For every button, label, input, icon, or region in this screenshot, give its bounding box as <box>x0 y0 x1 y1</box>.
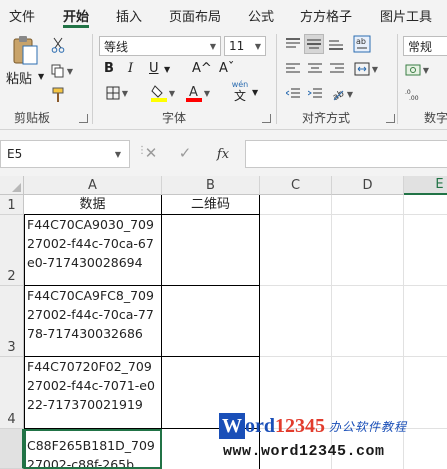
align-top-icon[interactable] <box>284 35 302 53</box>
number-format-select[interactable]: 常规 <box>403 36 447 56</box>
insert-function-icon[interactable]: fx <box>213 144 233 164</box>
decrease-indent-icon[interactable] <box>284 85 302 103</box>
align-left-icon[interactable] <box>284 60 302 78</box>
watermark: Word 12345 办公软件教程 www.word12345.com <box>219 413 447 469</box>
paste-button[interactable]: 粘贴 <box>6 68 32 87</box>
font-size-select[interactable]: 11 ▼ <box>224 36 266 56</box>
tab-formulas[interactable]: 公式 <box>248 6 274 25</box>
increase-indent-icon[interactable] <box>306 85 324 103</box>
clipboard-group-label: 剪贴板 <box>14 111 51 125</box>
svg-text:A: A <box>189 85 198 100</box>
row-header-4[interactable]: 4 <box>0 357 24 429</box>
clipboard-launcher-icon[interactable] <box>79 114 88 123</box>
merge-center-icon[interactable]: ▼ <box>352 60 380 78</box>
cut-icon[interactable] <box>50 36 66 54</box>
svg-text:ab: ab <box>356 37 366 46</box>
tab-picture-tools[interactable]: 图片工具 <box>380 6 432 25</box>
align-right-icon[interactable] <box>328 60 346 78</box>
tab-file[interactable]: 文件 <box>9 6 35 25</box>
column-header-d[interactable]: D <box>332 176 404 195</box>
cancel-icon[interactable]: ✕ <box>143 143 159 163</box>
font-launcher-icon[interactable] <box>262 114 271 123</box>
bold-button[interactable]: B <box>104 61 114 76</box>
cell-b3[interactable] <box>162 286 260 357</box>
row-header-1[interactable]: 1 <box>0 195 24 215</box>
group-separator <box>276 34 277 124</box>
cell-a4[interactable]: F44C70720F02_70927002-f44c-7071-e022-717… <box>24 357 162 429</box>
cell-b1[interactable]: 二维码 <box>162 195 260 215</box>
svg-text:ab: ab <box>331 89 345 101</box>
alignment-group-label: 对齐方式 <box>302 111 351 125</box>
phonetic-dropdown-icon[interactable]: ▼ <box>252 88 258 97</box>
grow-font-button[interactable]: A^ <box>192 61 212 76</box>
font-name-select[interactable]: 等线 ▼ <box>99 36 221 56</box>
ribbon-tabs: 文件 开始 插入 页面布局 公式 方方格子 图片工具 <box>0 0 447 28</box>
name-box[interactable]: E5 ▼ <box>0 140 130 168</box>
increase-decimal-icon[interactable]: .0.00 <box>403 85 423 103</box>
cell-a3[interactable]: F44C70CA9FC8_70927002-f44c-70ca-7778-717… <box>24 286 162 357</box>
svg-text:.00: .00 <box>409 95 419 100</box>
column-header-c[interactable]: C <box>260 176 332 195</box>
phonetic-guide-button[interactable]: wén 文 <box>228 80 252 104</box>
tab-insert[interactable]: 插入 <box>116 6 142 25</box>
alignment-launcher-icon[interactable] <box>386 114 395 123</box>
phonetic-char-text: 文 <box>233 89 246 103</box>
tab-home[interactable]: 开始 <box>63 6 89 25</box>
cell-a2[interactable]: F44C70CA9030_70927002-f44c-70ca-67e0-717… <box>24 215 162 286</box>
number-group-label: 数字 <box>424 111 447 125</box>
cell-reference: E5 <box>7 147 23 161</box>
tab-page-layout[interactable]: 页面布局 <box>169 6 221 25</box>
column-header-a[interactable]: A <box>24 176 162 195</box>
watermark-ord: ord <box>245 414 275 437</box>
copy-icon[interactable]: ▼ <box>48 62 76 80</box>
row-header-5[interactable] <box>0 429 24 469</box>
fill-color-icon[interactable]: ▼ <box>148 83 178 103</box>
align-middle-icon[interactable] <box>304 34 324 54</box>
italic-button[interactable]: I <box>128 61 133 76</box>
align-bottom-icon[interactable] <box>327 35 345 53</box>
cell-a1[interactable]: 数据 <box>24 195 162 215</box>
watermark-logo: Word 12345 办公软件教程 <box>219 413 407 439</box>
active-cell-highlight <box>24 429 162 469</box>
gridline <box>260 285 447 286</box>
formula-input[interactable] <box>245 140 447 168</box>
watermark-w: W <box>219 413 245 439</box>
row-header-3[interactable]: 3 <box>0 286 24 357</box>
watermark-url: www.word12345.com <box>223 443 385 460</box>
watermark-num: 12345 <box>275 414 325 437</box>
tab-fangfang[interactable]: 方方格子 <box>300 6 352 25</box>
underline-dropdown-icon[interactable]: ▼ <box>164 65 170 74</box>
formula-bar: E5 ▼ ⋮ ✕ ✓ fx <box>0 130 447 176</box>
enter-check-icon[interactable]: ✓ <box>176 143 194 163</box>
watermark-cn: 办公软件教程 <box>329 419 408 434</box>
font-color-icon[interactable]: A ▼ <box>183 83 213 103</box>
column-header-e[interactable]: E <box>404 176 447 195</box>
underline-button[interactable]: U <box>149 61 159 76</box>
paste-dropdown-icon[interactable]: ▼ <box>38 72 44 81</box>
gridline <box>260 356 447 357</box>
group-separator <box>397 34 398 124</box>
font-group-label: 字体 <box>162 111 187 125</box>
group-separator <box>92 34 93 124</box>
wrap-text-icon[interactable]: ab <box>352 34 372 54</box>
align-center-icon[interactable] <box>306 60 324 78</box>
cell-b2[interactable] <box>162 215 260 286</box>
number-format-value: 常规 <box>408 39 433 54</box>
font-name-value: 等线 <box>104 39 129 54</box>
accounting-format-icon[interactable]: ▼ <box>403 61 431 79</box>
font-size-value: 11 <box>229 39 245 53</box>
orientation-icon[interactable]: ab ▼ <box>328 84 356 104</box>
gridline <box>260 214 447 215</box>
shrink-font-button[interactable]: Aˇ <box>219 61 234 76</box>
select-all-corner[interactable] <box>0 176 24 195</box>
ribbon: 粘贴 ▼ ▼ 剪贴板 等线 ▼ 11 ▼ B I U ▼ A^ Aˇ ▼ ▼ A ▼ … <box>0 28 447 130</box>
row-header-2[interactable]: 2 <box>0 215 24 286</box>
paste-icon[interactable] <box>10 34 40 66</box>
column-header-b[interactable]: B <box>162 176 260 195</box>
format-painter-icon[interactable] <box>50 86 66 104</box>
borders-icon[interactable]: ▼ <box>102 85 132 101</box>
